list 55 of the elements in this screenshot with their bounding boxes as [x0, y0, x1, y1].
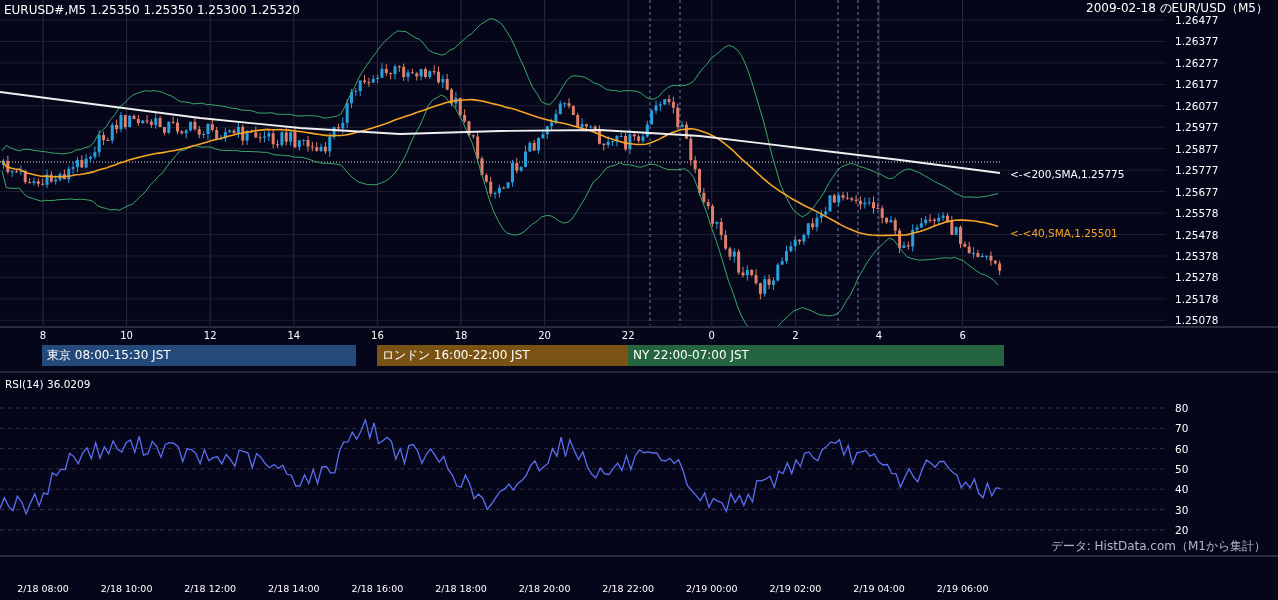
indicator-label: <-<40,SMA,1.25501: [1010, 227, 1118, 239]
axis-label: 1.26377: [1175, 35, 1219, 48]
axis-label: 4: [875, 330, 883, 341]
axis-label: 18: [454, 330, 468, 341]
session-bar: NY 22:00-07:00 JST: [628, 345, 1004, 366]
axis-label: 1.25777: [1175, 164, 1219, 177]
axis-label: 30: [1175, 503, 1189, 516]
axis-label: 2/18 14:00: [267, 583, 320, 594]
axis-label: 2/18 16:00: [351, 583, 404, 594]
axis-label: 1.25877: [1175, 142, 1219, 155]
axis-label: 2: [792, 330, 799, 341]
session-bar: 東京 08:00-15:30 JST: [42, 345, 356, 366]
axis-label: 1.25578: [1175, 207, 1219, 220]
axis-label: 1.25078: [1175, 314, 1219, 326]
axis-label: 40: [1175, 483, 1189, 496]
session-bar: ロンドン 16:00-22:00 JST: [377, 345, 628, 366]
axis-label: 1.26477: [1175, 14, 1219, 26]
axis-label: 1.26177: [1175, 78, 1219, 91]
axis-label: 1.25178: [1175, 292, 1219, 305]
axis-label: 1.26077: [1175, 99, 1219, 112]
axis-label: 80: [1175, 402, 1189, 414]
axis-label: 2/18 12:00: [184, 583, 237, 594]
axis-label: 22: [621, 330, 635, 341]
axis-label: 20: [1175, 523, 1189, 536]
source-credit: データ: HistData.com（M1から集計）: [1050, 539, 1266, 553]
quote-text: EURUSD#,M5 1.25350 1.25350 1.25300 1.25320: [4, 3, 300, 17]
axis-label: 14: [287, 330, 301, 341]
axis-label: 0: [708, 330, 715, 341]
indicator-label: <-<200,SMA,1.25775: [1010, 168, 1125, 180]
axis-label: 1.25977: [1175, 121, 1219, 134]
indicator-title: RSI(14) 36.0209: [5, 378, 91, 390]
axis-label: 1.26277: [1175, 56, 1219, 69]
axis-label: 1.25278: [1175, 271, 1219, 284]
axis-label: 50: [1175, 462, 1189, 475]
axis-label: 2/18 18:00: [435, 583, 487, 594]
axis-label: 2/19 06:00: [936, 583, 989, 594]
axis-label: 2/19 00:00: [685, 583, 738, 594]
axis-label: 12: [203, 330, 217, 341]
axis-label: 16: [371, 330, 384, 341]
axis-label: 1.25478: [1175, 228, 1219, 241]
axis-label: 70: [1175, 422, 1189, 435]
axis-label: 2/18 08:00: [17, 583, 69, 594]
axis-label: 20: [538, 330, 551, 341]
axis-label: 2/18 22:00: [602, 583, 655, 594]
axis-label: 1.25677: [1175, 185, 1219, 198]
axis-label: 1.25378: [1175, 249, 1219, 262]
axis-label: 10: [120, 330, 133, 341]
axis-label: 2/19 04:00: [853, 583, 905, 594]
axis-label: 2/18 10:00: [100, 583, 153, 594]
axis-label: 60: [1175, 442, 1189, 455]
axis-label: 2/19 02:00: [769, 583, 822, 594]
axis-label: 2/18 20:00: [518, 583, 571, 594]
axis-label: 8: [39, 330, 47, 341]
axis-label: 6: [959, 330, 966, 341]
chart-title: 2009-02-18 のEUR/USD（M5）: [1086, 1, 1268, 15]
